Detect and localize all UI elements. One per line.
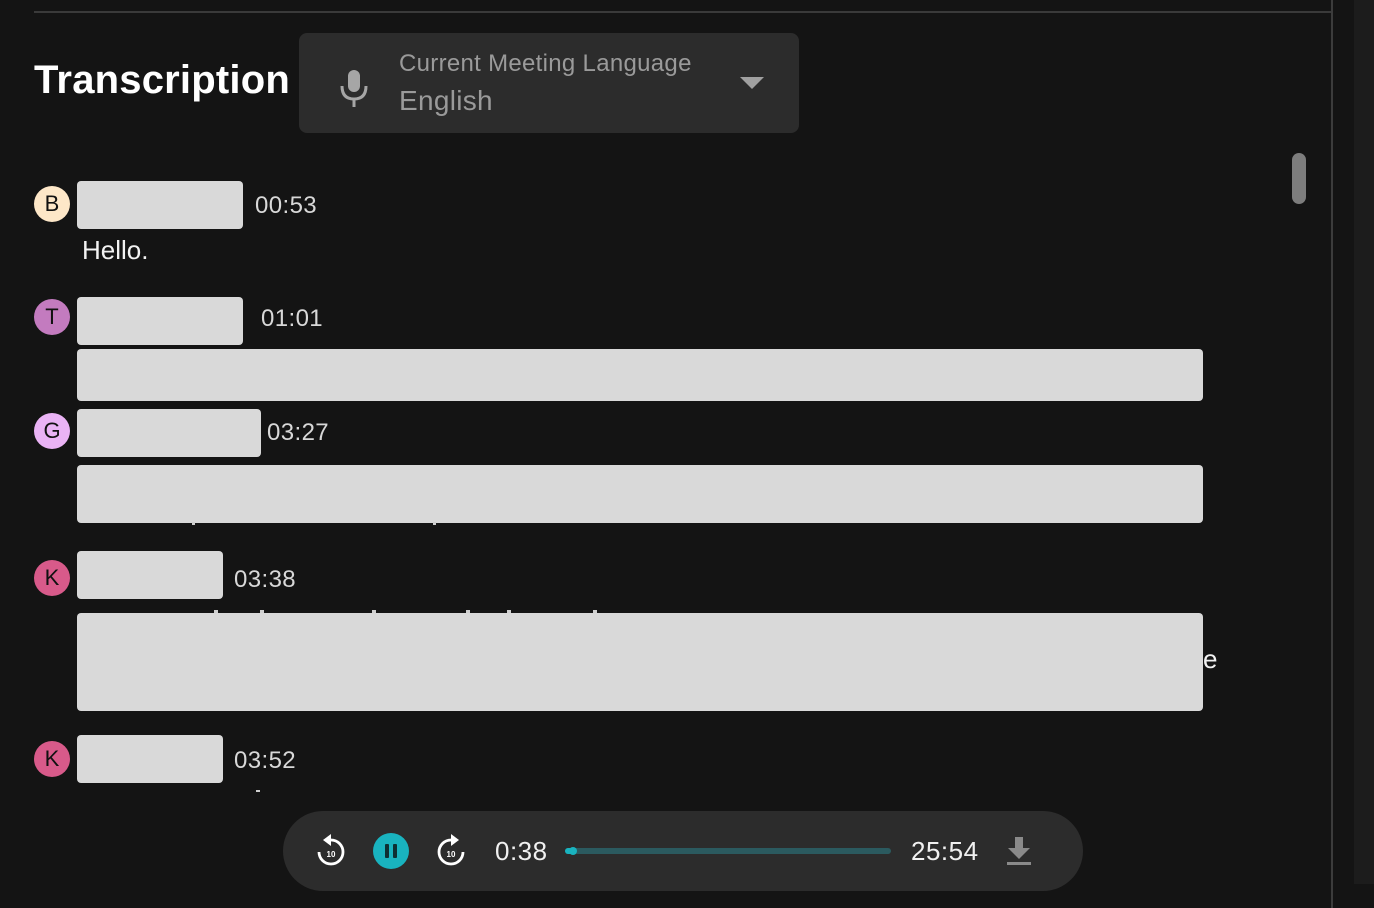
avatar: B — [34, 186, 70, 222]
mic-icon — [340, 70, 368, 107]
avatar: K — [34, 741, 70, 777]
speaker-name-redacted — [77, 551, 223, 599]
avatar: T — [34, 299, 70, 335]
speaker-name-redacted — [77, 735, 223, 783]
rewind-seconds-label: 10 — [327, 850, 336, 859]
download-icon[interactable] — [1005, 835, 1033, 867]
outer-scrollbar-track[interactable] — [1354, 0, 1374, 884]
speaker-name-redacted — [77, 297, 243, 345]
pause-button[interactable] — [373, 833, 409, 869]
current-time: 0:38 — [495, 836, 548, 866]
timestamp[interactable]: 03:52 — [234, 747, 296, 775]
transcript-text-redacted — [77, 349, 1203, 401]
chevron-down-icon[interactable] — [740, 77, 764, 89]
timestamp[interactable]: 03:27 — [267, 419, 329, 447]
meeting-language-select[interactable]: Current Meeting Language English — [299, 33, 799, 133]
total-duration: 25:54 — [911, 836, 979, 866]
language-select-value: English — [399, 85, 493, 116]
text-fragment — [433, 522, 436, 525]
transcript-text-overflow: e — [1203, 644, 1218, 674]
avatar: G — [34, 413, 70, 449]
transcription-panel: Transcription Current Meeting Language E… — [0, 0, 1374, 908]
forward-seconds-label: 10 — [447, 850, 456, 859]
speaker-name-redacted — [77, 181, 243, 229]
seek-bar[interactable] — [565, 847, 891, 855]
timestamp[interactable]: 01:01 — [261, 305, 323, 333]
transcript-text-redacted — [77, 613, 1203, 711]
transcript-scrollbar-thumb[interactable] — [1292, 153, 1306, 204]
timestamp[interactable]: 00:53 — [255, 192, 317, 220]
transcript-text-redacted — [77, 465, 1203, 523]
timestamp[interactable]: 03:38 — [234, 566, 296, 594]
panel-right-border — [1331, 0, 1333, 908]
text-fragment — [256, 790, 260, 792]
rewind-10-icon[interactable]: 10 — [313, 831, 349, 871]
avatar: K — [34, 560, 70, 596]
seek-bar-handle[interactable] — [568, 847, 577, 855]
audio-player: 10 10 0:38 25:54 — [283, 811, 1083, 891]
pause-icon — [385, 844, 389, 858]
top-divider — [34, 11, 1332, 13]
page-title: Transcription — [34, 58, 290, 102]
language-select-label: Current Meeting Language — [399, 50, 692, 77]
transcript-text: Hello. — [82, 235, 149, 265]
forward-10-icon[interactable]: 10 — [433, 831, 469, 871]
speaker-name-redacted — [77, 409, 261, 457]
text-fragment — [192, 522, 195, 525]
